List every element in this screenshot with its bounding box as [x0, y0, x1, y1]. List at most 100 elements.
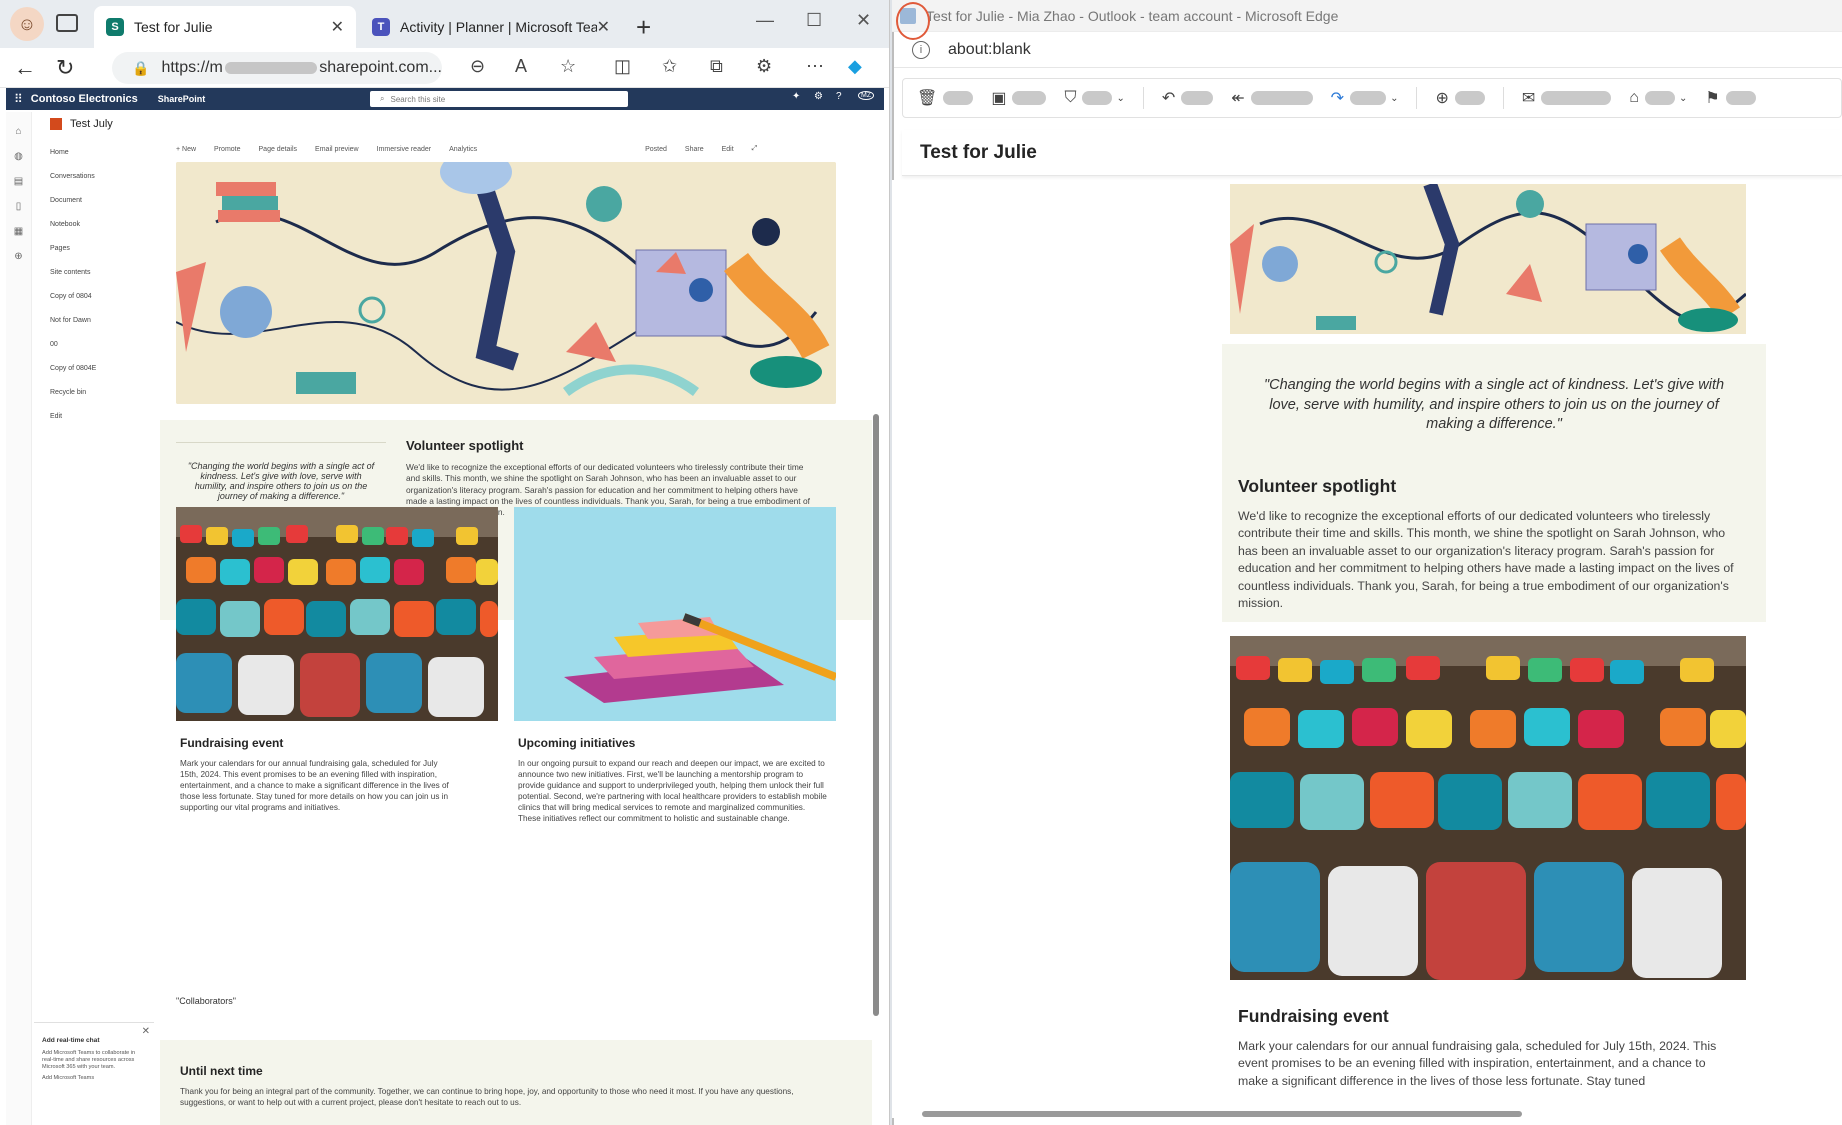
analytics-button[interactable]: Analytics: [449, 146, 477, 153]
zoom-in-icon: ⊕: [1435, 90, 1449, 107]
nav-item[interactable]: Copy of 0804E: [50, 356, 158, 380]
email-preview-button[interactable]: Email preview: [315, 146, 359, 153]
delete-button[interactable]: 🗑: [917, 88, 974, 108]
favorites-icon[interactable]: ✩: [662, 56, 677, 77]
app-name[interactable]: SharePoint: [158, 94, 206, 104]
nav-item[interactable]: Home: [50, 140, 158, 164]
scroll-thumb[interactable]: [873, 414, 879, 1016]
mark-read-button[interactable]: ✉: [1521, 88, 1612, 108]
flag-icon: ⚑: [1705, 90, 1720, 107]
tab-test-for-julie[interactable]: S Test for Julie ✕: [94, 6, 356, 48]
globe-icon[interactable]: ◍: [6, 151, 31, 162]
nav-item[interactable]: Site contents: [50, 260, 158, 284]
read-aloud-icon[interactable]: A: [515, 56, 527, 77]
close-window-icon[interactable]: ✕: [856, 10, 871, 31]
new-tab-icon[interactable]: +: [636, 12, 651, 43]
close-tab-icon[interactable]: ✕: [597, 17, 610, 37]
email-body: "Changing the world begins with a single…: [892, 180, 1842, 1118]
org-name[interactable]: Contoso Electronics: [31, 93, 138, 105]
copilot-small-icon[interactable]: ✦: [792, 91, 800, 102]
url-field[interactable]: 🔒 https://m sharepoint.com...: [112, 52, 442, 84]
nav-item[interactable]: Not for Dawn: [50, 308, 158, 332]
copilot-icon[interactable]: ◆: [848, 56, 862, 77]
zoom-button[interactable]: ⊕: [1435, 88, 1485, 108]
site-title[interactable]: Test July: [70, 118, 113, 130]
tab-planner[interactable]: T Activity | Planner | Microsoft Team ✕: [360, 6, 622, 48]
settings-icon[interactable]: ⚙: [814, 91, 823, 102]
maximize-icon[interactable]: ☐: [806, 10, 822, 31]
teams-card-title: Add real-time chat: [42, 1037, 100, 1044]
volunteer-title: Volunteer spotlight: [406, 438, 524, 453]
profile-avatar[interactable]: ☺: [10, 7, 44, 41]
immersive-reader-button[interactable]: Immersive reader: [377, 146, 431, 153]
sharepoint-suite-bar: ⠿ Contoso Electronics SharePoint ⌕ Searc…: [6, 88, 884, 110]
close-icon[interactable]: ✕: [142, 1025, 150, 1038]
user-avatar[interactable]: MZ: [858, 91, 875, 100]
tab-actions-icon[interactable]: [56, 14, 78, 32]
minimize-icon[interactable]: —: [756, 10, 774, 31]
teams-favicon-icon: T: [372, 18, 390, 36]
close-tab-icon[interactable]: ✕: [331, 17, 344, 37]
extensions-icon[interactable]: ⚙: [756, 56, 772, 77]
edit-button[interactable]: Edit: [722, 146, 734, 153]
info-icon[interactable]: i: [912, 40, 930, 59]
fundraising-body: Mark your calendars for our annual fundr…: [1238, 1039, 1717, 1088]
nav-item[interactable]: Notebook: [50, 212, 158, 236]
back-arrow-icon[interactable]: ←: [14, 55, 56, 81]
flag-button[interactable]: ⚑: [1705, 88, 1756, 108]
scroll-thumb[interactable]: [922, 1111, 1522, 1117]
share-button[interactable]: Share: [685, 146, 704, 153]
app-rail: ⌂ ◍ ▤ ▯ ▦ ⊕: [6, 112, 32, 1125]
page-details-button[interactable]: Page details: [259, 146, 298, 153]
promote-button[interactable]: Promote: [214, 146, 240, 153]
fundraising-body: Mark your calendars for our annual fundr…: [180, 759, 449, 813]
forward-button[interactable]: ↷ ⌄: [1331, 88, 1399, 108]
chairs-image: [1230, 636, 1746, 980]
report-button[interactable]: ⛉ ⌄: [1064, 89, 1124, 107]
add-icon[interactable]: ⊕: [6, 251, 31, 262]
add-teams-link[interactable]: Add Microsoft Teams: [42, 1075, 146, 1082]
lock-icon: 🔒: [132, 59, 150, 76]
app-launcher-icon[interactable]: ⠿: [14, 92, 23, 106]
expand-icon[interactable]: ⤢: [752, 145, 758, 153]
url-suffix: sharepoint.com...: [319, 59, 442, 76]
url-prefix: https://m: [161, 59, 223, 76]
tab-strip: ☺ S Test for Julie ✕ T Activity | Planne…: [0, 0, 889, 48]
vertical-scrollbar[interactable]: [872, 170, 880, 1120]
categorize-button[interactable]: ⌂ ⌄: [1629, 89, 1687, 107]
nav-item[interactable]: Copy of 0804: [50, 284, 158, 308]
archive-button[interactable]: ▣: [991, 88, 1047, 108]
zoom-icon[interactable]: ⊖: [470, 56, 485, 77]
reply-all-button[interactable]: ↞: [1231, 88, 1313, 108]
nav-item[interactable]: Document: [50, 188, 158, 212]
nav-item[interactable]: Conversations: [50, 164, 158, 188]
pencil-image: [514, 507, 836, 721]
more-menu-icon[interactable]: ⋯: [806, 56, 824, 77]
help-icon[interactable]: ?: [836, 91, 842, 102]
split-screen-icon[interactable]: ◫: [614, 56, 631, 77]
chevron-down-icon: ⌄: [1678, 92, 1688, 104]
list-icon[interactable]: ▦: [6, 226, 31, 237]
favorite-star-icon[interactable]: ☆: [560, 56, 576, 77]
toolbar-separator: [1416, 87, 1418, 109]
file-icon[interactable]: ▯: [6, 201, 31, 212]
window-title-bar: Test for Julie - Mia Zhao - Outlook - te…: [892, 0, 1842, 40]
home-icon[interactable]: ⌂: [6, 126, 31, 137]
refresh-icon[interactable]: ↻: [56, 55, 98, 81]
nav-item[interactable]: Pages: [50, 236, 158, 260]
collections-icon[interactable]: ⧉: [710, 56, 723, 77]
teams-chat-card: ✕ Add real-time chat Add Microsoft Teams…: [34, 1022, 154, 1122]
reply-button[interactable]: ↶: [1162, 88, 1214, 108]
nav-item[interactable]: Recycle bin: [50, 380, 158, 404]
new-button[interactable]: + New: [176, 146, 196, 153]
site-search-input[interactable]: ⌕ Search this site: [370, 91, 628, 107]
envelope-open-icon: ✉: [1521, 90, 1536, 107]
chairs-image: [176, 507, 498, 721]
nav-item[interactable]: 00: [50, 332, 158, 356]
horizontal-scrollbar[interactable]: [922, 1110, 1822, 1118]
feed-icon[interactable]: ▤: [6, 176, 31, 187]
forward-icon: ↷: [1330, 90, 1345, 107]
nav-item[interactable]: Edit: [50, 404, 158, 428]
page-command-bar: + New Promote Page details Email preview…: [176, 140, 876, 158]
address-text[interactable]: about:blank: [948, 41, 1031, 59]
